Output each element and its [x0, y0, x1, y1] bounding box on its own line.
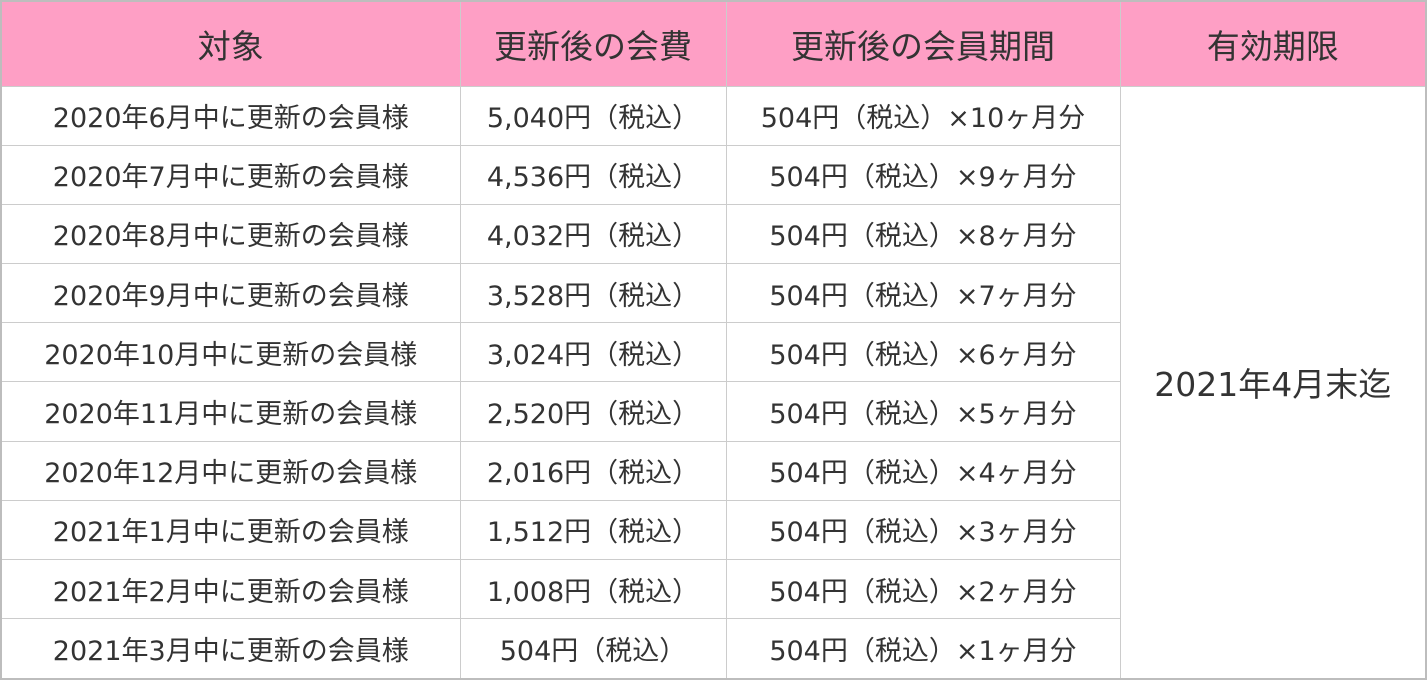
cell-period: 504円（税込）×5ヶ月分: [725, 381, 1121, 442]
cell-target: 2020年8月中に更新の会員様: [2, 203, 461, 265]
cell-target: 2020年9月中に更新の会員様: [2, 263, 461, 324]
cell-target: 2020年6月中に更新の会員様: [2, 85, 461, 146]
cell-period: 504円（税込）×3ヶ月分: [725, 499, 1121, 561]
cell-target: 2021年3月中に更新の会員様: [2, 618, 461, 678]
header-fee: 更新後の会費: [459, 2, 727, 87]
cell-period: 504円（税込）×6ヶ月分: [725, 322, 1121, 383]
cell-fee: 4,536円（税込）: [459, 144, 727, 205]
cell-fee: 1,512円（税込）: [459, 499, 727, 561]
cell-target: 2020年10月中に更新の会員様: [2, 322, 461, 383]
cell-period: 504円（税込）×10ヶ月分: [725, 85, 1121, 146]
header-target: 対象: [2, 2, 461, 87]
cell-fee: 4,032円（税込）: [459, 203, 727, 265]
cell-fee: 3,024円（税込）: [459, 322, 727, 383]
fee-table-frame: 対象 更新後の会費 更新後の会員期間 有効期限 2020年6月中に更新の会員様 …: [0, 0, 1427, 680]
cell-target: 2021年1月中に更新の会員様: [2, 499, 461, 561]
cell-period: 504円（税込）×7ヶ月分: [725, 263, 1121, 324]
cell-expiry: 2021年4月末迄: [1119, 85, 1425, 678]
cell-target: 2020年7月中に更新の会員様: [2, 144, 461, 205]
header-period: 更新後の会員期間: [725, 2, 1121, 87]
cell-period: 504円（税込）×2ヶ月分: [725, 558, 1121, 620]
cell-fee: 2,520円（税込）: [459, 381, 727, 442]
cell-period: 504円（税込）×4ヶ月分: [725, 440, 1121, 501]
cell-target: 2020年12月中に更新の会員様: [2, 440, 461, 501]
table-row: 2020年6月中に更新の会員様 5,040円（税込） 504円（税込）×10ヶ月…: [2, 85, 1425, 678]
header-expiry: 有効期限: [1119, 2, 1425, 87]
cell-period: 504円（税込）×8ヶ月分: [725, 203, 1121, 265]
cell-target: 2020年11月中に更新の会員様: [2, 381, 461, 442]
cell-fee: 504円（税込）: [459, 618, 727, 678]
cell-fee: 3,528円（税込）: [459, 263, 727, 324]
cell-period: 504円（税込）×9ヶ月分: [725, 144, 1121, 205]
cell-fee: 2,016円（税込）: [459, 440, 727, 501]
header-row: 対象 更新後の会費 更新後の会員期間 有効期限: [2, 2, 1425, 87]
cell-fee: 1,008円（税込）: [459, 558, 727, 620]
cell-fee: 5,040円（税込）: [459, 85, 727, 146]
cell-period: 504円（税込）×1ヶ月分: [725, 618, 1121, 678]
cell-target: 2021年2月中に更新の会員様: [2, 558, 461, 620]
membership-fee-table: 対象 更新後の会費 更新後の会員期間 有効期限 2020年6月中に更新の会員様 …: [2, 2, 1425, 678]
